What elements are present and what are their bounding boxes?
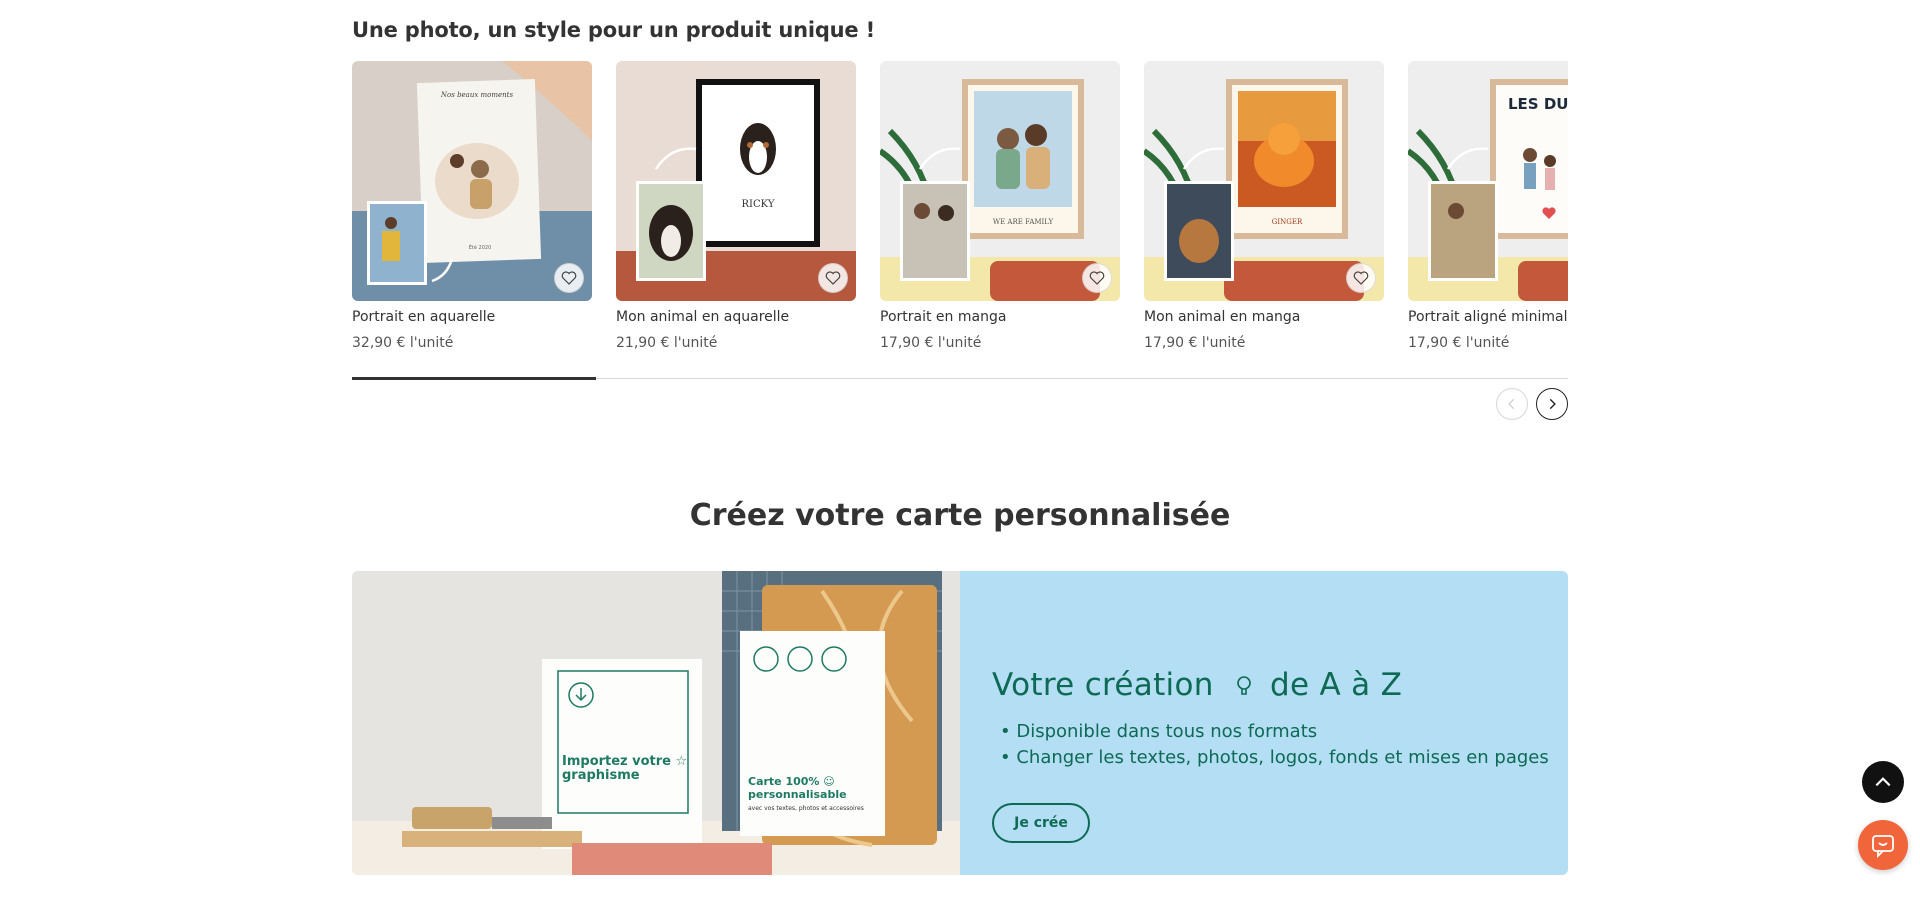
product-thumbnail[interactable]: RICKY	[616, 61, 856, 301]
lightbulb-icon	[1237, 675, 1251, 695]
product-name[interactable]: Mon animal en aquarelle	[616, 309, 789, 325]
chat-button[interactable]	[1858, 820, 1908, 870]
carousel-next-button[interactable]	[1536, 388, 1568, 420]
product-price: 17,90 € l'unité	[880, 335, 982, 351]
banner-image: Importez votre ☆ graphisme Carte 100% ☺ …	[352, 571, 960, 875]
thumb-caption: Nos beaux moments	[440, 91, 514, 99]
heart-icon	[1353, 271, 1369, 285]
banner-card-left-text: Importez votre ☆ graphisme	[562, 755, 688, 783]
product-card[interactable]: RICKY Mon animal en aquarelle 21,90 € l'…	[616, 61, 856, 361]
banner-headline: Votre création de A à Z	[992, 667, 1402, 703]
product-card[interactable]: LES DUPUIS Portrait aligné minimaliste 1…	[1408, 61, 1568, 361]
favorite-button[interactable]	[1082, 263, 1112, 293]
banner-headline-sub: de A à Z	[1269, 667, 1403, 703]
product-thumbnail[interactable]: GINGER	[1144, 61, 1384, 301]
card-section-title: Créez votre carte personnalisée	[689, 498, 1231, 533]
product-price: 17,90 € l'unité	[1408, 335, 1510, 351]
heart-icon	[1089, 271, 1105, 285]
product-name[interactable]: Portrait en aquarelle	[352, 309, 495, 325]
product-list: Nos beaux moments Été 2020 Portrait en a…	[352, 61, 1568, 361]
create-card-button[interactable]: Je crée	[992, 803, 1090, 843]
product-card[interactable]: Nos beaux moments Été 2020 Portrait en a…	[352, 61, 592, 361]
product-image: LES DUPUIS	[1408, 61, 1568, 301]
banner-photo-illustration: Importez votre ☆ graphisme Carte 100% ☺ …	[352, 571, 960, 875]
product-thumbnail[interactable]: Nos beaux moments Été 2020	[352, 61, 592, 301]
banner-feature-list: Disponible dans tous nos formats Changer…	[1000, 719, 1549, 771]
favorite-button[interactable]	[818, 263, 848, 293]
product-carousel: Nos beaux moments Été 2020 Portrait en a…	[352, 61, 1568, 381]
thumb-caption: GINGER	[1272, 218, 1303, 226]
favorite-button[interactable]	[1346, 263, 1376, 293]
chevron-up-icon	[1875, 777, 1891, 787]
product-price: 17,90 € l'unité	[1144, 335, 1246, 351]
heart-icon	[561, 271, 577, 285]
banner-feature-item: Changer les textes, photos, logos, fonds…	[1000, 745, 1548, 771]
product-name[interactable]: Portrait en manga	[880, 309, 1006, 325]
product-price: 21,90 € l'unité	[616, 335, 718, 351]
banner-feature-item: Disponible dans tous nos formats	[1000, 719, 1549, 745]
banner-card-right-text: Carte 100% ☺ personnalisable	[748, 775, 847, 801]
heart-icon	[825, 271, 841, 285]
chat-icon	[1872, 835, 1894, 859]
carousel-prev-button[interactable]	[1496, 388, 1528, 420]
product-image: WE ARE FAMILY	[880, 61, 1120, 301]
product-image: Nos beaux moments Été 2020	[352, 61, 592, 301]
banner-card-right-small: avec vos textes, photos et accessoires	[748, 805, 864, 812]
product-name[interactable]: Portrait aligné minimaliste	[1408, 309, 1568, 325]
custom-card-banner: Importez votre ☆ graphisme Carte 100% ☺ …	[352, 571, 1568, 875]
product-thumbnail[interactable]: LES DUPUIS	[1408, 61, 1568, 301]
thumb-caption: WE ARE FAMILY	[993, 218, 1054, 226]
carousel-scrollbar[interactable]	[352, 377, 1568, 380]
section-title: Une photo, un style pour un produit uniq…	[352, 18, 875, 42]
chevron-right-icon	[1549, 398, 1556, 410]
favorite-button[interactable]	[554, 263, 584, 293]
banner-content: Votre création de A à Z Disponible dans …	[960, 571, 1568, 875]
thumb-year: Été 2020	[469, 243, 492, 251]
product-name[interactable]: Mon animal en manga	[1144, 309, 1300, 325]
product-card[interactable]: GINGER Mon animal en manga 17,90 € l'uni…	[1144, 61, 1384, 361]
chevron-left-icon	[1508, 398, 1515, 410]
thumb-caption: LES DUPUIS	[1508, 95, 1568, 113]
banner-headline-main: Votre création	[992, 667, 1214, 703]
scroll-to-top-button[interactable]	[1862, 761, 1904, 803]
product-price: 32,90 € l'unité	[352, 335, 454, 351]
thumb-caption: RICKY	[742, 199, 775, 210]
product-image: GINGER	[1144, 61, 1384, 301]
product-image: RICKY	[616, 61, 856, 301]
carousel-scroll-thumb[interactable]	[352, 377, 596, 380]
product-card[interactable]: WE ARE FAMILY Portrait en manga 17,90 € …	[880, 61, 1120, 361]
product-thumbnail[interactable]: WE ARE FAMILY	[880, 61, 1120, 301]
